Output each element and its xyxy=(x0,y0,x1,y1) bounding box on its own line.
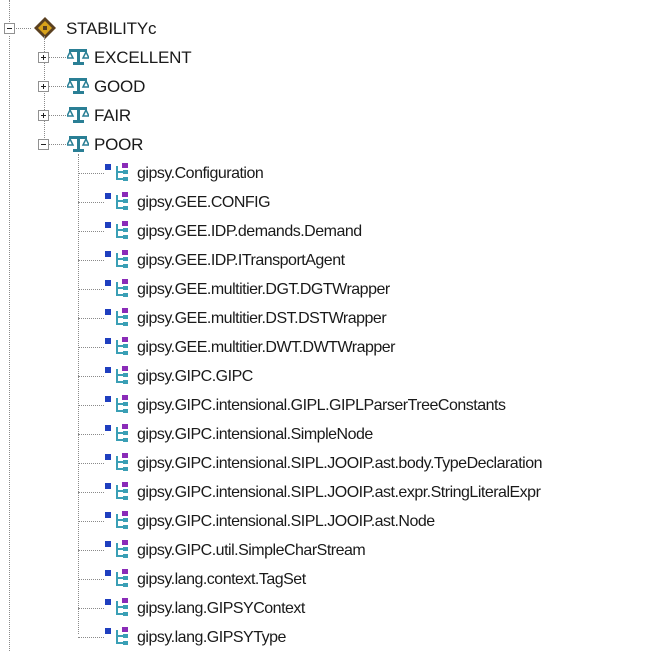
tree-connector xyxy=(78,405,104,406)
tree-connector xyxy=(78,376,104,377)
class-icon xyxy=(105,192,128,210)
tree-node-class[interactable]: gipsy.GEE.IDP.demands.Demand xyxy=(137,217,362,246)
tree-node-label: gipsy.GIPC.intensional.SIPL.JOOIP.ast.bo… xyxy=(137,454,543,472)
class-icon xyxy=(105,424,128,442)
tree-connector xyxy=(78,608,104,609)
tree-node-class[interactable]: gipsy.GEE.multitier.DGT.DGTWrapper xyxy=(137,275,390,304)
class-icon xyxy=(105,511,128,529)
class-icon xyxy=(105,482,128,500)
tree-connector xyxy=(78,579,104,580)
class-icon xyxy=(105,163,128,181)
tree-node-label: gipsy.lang.GIPSYContext xyxy=(137,599,305,617)
tree-node-label: gipsy.GEE.CONFIG xyxy=(137,193,271,211)
collapse-toggle-poor[interactable] xyxy=(38,139,49,150)
tree-node-class[interactable]: gipsy.Configuration xyxy=(137,159,264,188)
tree-connector xyxy=(78,202,104,203)
tree-node-label: gipsy.GEE.multitier.DWT.DWTWrapper xyxy=(137,338,396,356)
tree-node-excellent[interactable]: EXCELLENT xyxy=(94,43,192,72)
class-icon xyxy=(105,250,128,268)
tree-node-good[interactable]: GOOD xyxy=(94,72,145,101)
expand-toggle-excellent[interactable] xyxy=(38,52,49,63)
tree-node-label: gipsy.GIPC.intensional.SIPL.JOOIP.ast.No… xyxy=(137,512,435,530)
class-icon xyxy=(105,540,128,558)
tree-connector xyxy=(78,521,104,522)
class-icon xyxy=(105,221,128,239)
tree-node-class[interactable]: gipsy.GIPC.intensional.SIPL.JOOIP.ast.No… xyxy=(137,507,435,536)
tree-node-label: gipsy.GEE.multitier.DST.DSTWrapper xyxy=(137,309,387,327)
tree-connector xyxy=(9,36,10,651)
class-icon xyxy=(105,308,128,326)
tree-node-class[interactable]: gipsy.GIPC.intensional.GIPL.GIPLParserTr… xyxy=(137,391,506,420)
class-icon xyxy=(105,395,128,413)
tree-connector xyxy=(78,637,104,638)
tree-connector xyxy=(78,231,104,232)
tree-connector xyxy=(78,434,104,435)
tree-node-class[interactable]: gipsy.GIPC.intensional.SimpleNode xyxy=(137,420,373,449)
tree-node-class[interactable]: gipsy.lang.GIPSYContext xyxy=(137,594,305,623)
scale-icon xyxy=(67,107,89,123)
class-icon xyxy=(105,453,128,471)
tree-node-class[interactable]: gipsy.GEE.multitier.DWT.DWTWrapper xyxy=(137,333,396,362)
tree-node-class[interactable]: gipsy.GIPC.intensional.SIPL.JOOIP.ast.ex… xyxy=(137,478,541,507)
tree-node-label: POOR xyxy=(94,134,144,154)
tree-connector xyxy=(78,492,104,493)
tree-node-class[interactable]: gipsy.lang.context.TagSet xyxy=(137,565,306,594)
root-collapse-toggle[interactable] xyxy=(4,23,15,34)
tree-connector xyxy=(78,289,104,290)
tree-node-label: FAIR xyxy=(94,105,131,125)
tree-connector xyxy=(78,550,104,551)
tree-node-class[interactable]: gipsy.GEE.IDP.ITransportAgent xyxy=(137,246,345,275)
tree-node-label: gipsy.GIPC.intensional.SimpleNode xyxy=(137,425,373,443)
tree-node-class[interactable]: gipsy.GEE.CONFIG xyxy=(137,188,271,217)
class-icon xyxy=(105,366,128,384)
tree-node-label: gipsy.GEE.IDP.demands.Demand xyxy=(137,222,362,240)
class-icon xyxy=(105,598,128,616)
tree-node-fair[interactable]: FAIR xyxy=(94,101,131,130)
class-icon xyxy=(105,569,128,587)
tree-node-label: gipsy.GEE.multitier.DGT.DGTWrapper xyxy=(137,280,390,298)
scale-icon xyxy=(67,136,89,152)
tree-node-label: gipsy.GIPC.intensional.GIPL.GIPLParserTr… xyxy=(137,396,506,414)
tree-connector xyxy=(78,318,104,319)
expand-toggle-fair[interactable] xyxy=(38,110,49,121)
tree-node-label: STABILITYc xyxy=(66,18,157,38)
tree-node-label: EXCELLENT xyxy=(94,47,192,67)
tree-node-poor[interactable]: POOR xyxy=(94,130,143,159)
stability-tree: STABILITYc EXCELLENT GOOD FAIR POOR gips… xyxy=(0,0,669,651)
tree-node-class[interactable]: gipsy.GEE.multitier.DST.DSTWrapper xyxy=(137,304,387,333)
class-icon xyxy=(105,627,128,645)
tree-connector xyxy=(78,347,104,348)
tree-connector xyxy=(78,154,79,634)
scale-icon xyxy=(67,78,89,94)
tree-node-class[interactable]: gipsy.GIPC.util.SimpleCharStream xyxy=(137,536,366,565)
class-icon xyxy=(105,279,128,297)
tree-node-label: gipsy.lang.context.TagSet xyxy=(137,570,306,588)
tree-node-label: gipsy.lang.GIPSYType xyxy=(137,628,286,646)
tree-node-label: gipsy.GIPC.intensional.SIPL.JOOIP.ast.ex… xyxy=(137,483,541,501)
tree-node-class[interactable]: gipsy.GIPC.intensional.SIPL.JOOIP.ast.bo… xyxy=(137,449,543,478)
tree-node-label: GOOD xyxy=(94,76,146,96)
tree-node-root[interactable]: STABILITYc xyxy=(66,14,156,43)
tree-node-label: gipsy.GEE.IDP.ITransportAgent xyxy=(137,251,345,269)
tree-connector xyxy=(78,463,104,464)
tree-node-class[interactable]: gipsy.lang.GIPSYType xyxy=(137,623,286,652)
tree-connector xyxy=(78,260,104,261)
tree-node-class[interactable]: gipsy.GIPC.GIPC xyxy=(137,362,253,391)
tree-node-label: gipsy.Configuration xyxy=(137,164,264,182)
tree-connector xyxy=(78,173,104,174)
tree-node-label: gipsy.GIPC.GIPC xyxy=(137,367,253,385)
expand-toggle-good[interactable] xyxy=(38,81,49,92)
scale-icon xyxy=(67,49,89,65)
tree-node-label: gipsy.GIPC.util.SimpleCharStream xyxy=(137,541,366,559)
stability-diamond-icon xyxy=(34,17,56,39)
class-icon xyxy=(105,337,128,355)
